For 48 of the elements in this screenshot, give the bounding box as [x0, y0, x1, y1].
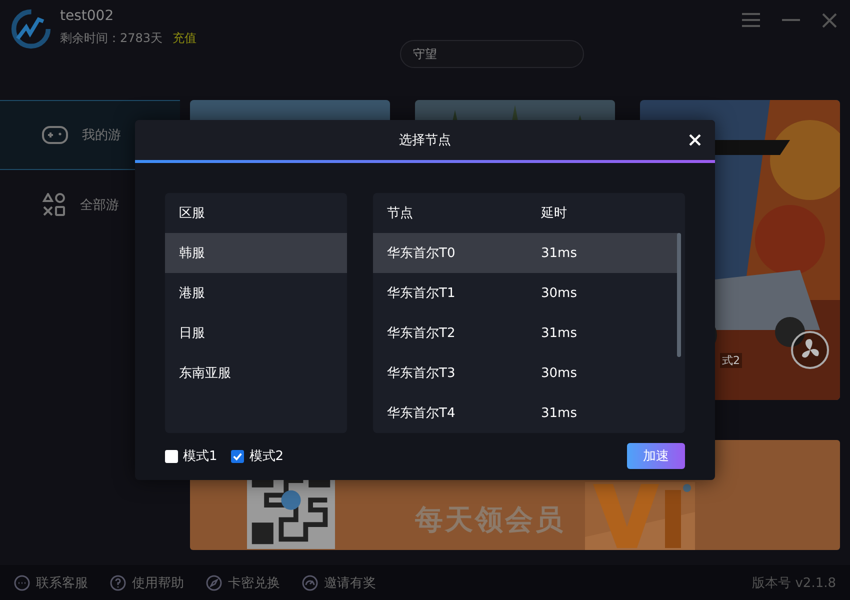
fan-icon[interactable] — [790, 330, 830, 370]
region-item[interactable]: 港服 — [165, 273, 347, 313]
footer-icon — [110, 574, 126, 590]
banner-text: 每天领会员 — [415, 502, 565, 538]
accelerate-button[interactable]: 加速 — [627, 443, 685, 469]
search-field[interactable]: 守望 — [400, 40, 584, 68]
latency: 30ms — [541, 286, 577, 300]
region-item[interactable]: 韩服 — [165, 233, 347, 273]
column-header: 延时 — [541, 205, 567, 222]
footer-link[interactable]: 卡密兑换 — [228, 574, 280, 592]
version-label: 版本号 v2.1.8 — [752, 574, 836, 592]
column-header: 区服 — [179, 205, 205, 222]
node-name: 华东首尔T3 — [387, 365, 456, 382]
node-row[interactable]: 华东首尔T2 31ms — [373, 313, 679, 353]
node-row[interactable]: 华东首尔T0 31ms — [373, 233, 679, 273]
node-name: 华东首尔T1 — [387, 285, 456, 302]
latency: 31ms — [541, 406, 577, 420]
menu-icon[interactable] — [742, 13, 760, 27]
checkbox-label: 模式2 — [249, 448, 284, 465]
footer-link[interactable]: 联系客服 — [36, 574, 88, 592]
node-row[interactable]: 华东首尔T1 30ms — [373, 273, 679, 313]
region-item[interactable]: 东南亚服 — [165, 353, 347, 393]
node-row[interactable]: 华东首尔T3 30ms — [373, 353, 679, 393]
checkbox[interactable] — [231, 450, 244, 462]
region-item[interactable]: 日服 — [165, 313, 347, 353]
latency: 30ms — [541, 366, 577, 380]
latency: 31ms — [541, 246, 577, 260]
footer-link[interactable]: 使用帮助 — [132, 574, 184, 592]
scrollbar[interactable] — [677, 233, 681, 357]
node-row[interactable]: 华东首尔T4 31ms — [373, 393, 679, 433]
node-name: 华东首尔T2 — [387, 325, 456, 342]
game-caption: 式2 — [720, 353, 742, 368]
footer-icon — [14, 574, 30, 590]
username: test002 — [60, 8, 115, 24]
footer-icon — [302, 574, 318, 590]
recharge-link[interactable]: 充值 — [172, 30, 197, 47]
shapes-icon — [42, 193, 66, 217]
latency: 31ms — [541, 326, 577, 340]
footer-link[interactable]: 邀请有奖 — [324, 574, 376, 592]
gamepad-icon — [42, 126, 68, 144]
dialog-title: 选择节点 — [399, 132, 451, 149]
remaining-time: 剩余时间：2783天 — [60, 30, 163, 47]
column-header: 节点 — [387, 205, 414, 222]
node-name: 华东首尔T0 — [387, 245, 456, 262]
node-name: 华东首尔T4 — [387, 405, 456, 422]
footer-icon — [206, 574, 222, 590]
logo-icon — [10, 8, 52, 50]
checkbox[interactable] — [165, 450, 178, 462]
